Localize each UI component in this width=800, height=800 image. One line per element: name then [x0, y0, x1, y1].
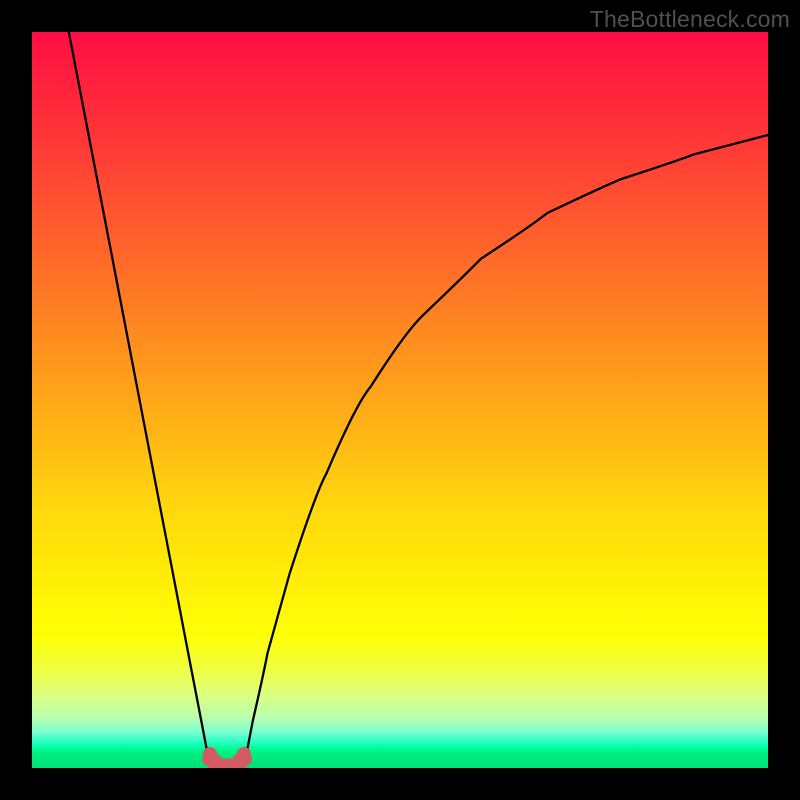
- curve-left-branch: [69, 32, 209, 759]
- flat-minimum-right-dot-outer: [237, 747, 251, 761]
- chart-frame: TheBottleneck.com: [0, 0, 800, 800]
- bottleneck-curve: [32, 32, 768, 768]
- curve-right-branch-real: [245, 135, 768, 759]
- flat-minimum-left-dot-inner: [208, 754, 222, 768]
- plot-area: [32, 32, 768, 768]
- watermark-text: TheBottleneck.com: [590, 6, 790, 33]
- curve-right-branch: [245, 135, 768, 759]
